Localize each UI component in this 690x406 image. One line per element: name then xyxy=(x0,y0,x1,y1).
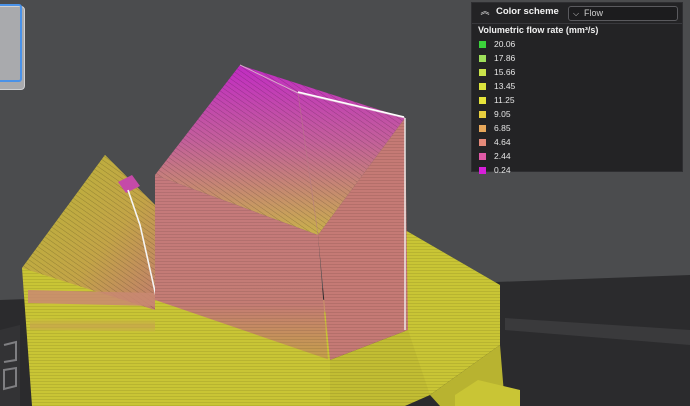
legend-swatch xyxy=(479,167,486,174)
legend-swatch xyxy=(479,41,486,48)
legend-divider xyxy=(472,23,682,24)
legend-panel: ︽ Color scheme ⌵ Flow Volumetric flow ra… xyxy=(471,2,683,175)
legend-swatch xyxy=(479,153,486,160)
legend-subtitle: Volumetric flow rate (mm³/s) xyxy=(478,25,599,35)
legend-value: 9.05 xyxy=(494,109,511,119)
legend-swatch xyxy=(479,125,486,132)
legend-title: Color scheme xyxy=(496,6,559,17)
color-scheme-select[interactable]: ⌵ Flow xyxy=(568,6,678,21)
selection-outline xyxy=(0,4,22,82)
legend-swatch xyxy=(479,83,486,90)
legend-value: 0.24 xyxy=(494,165,511,175)
legend-swatch xyxy=(479,111,486,118)
legend-swatch xyxy=(479,55,486,62)
legend-value: 4.64 xyxy=(494,137,511,147)
legend-header: ︽ Color scheme ⌵ Flow xyxy=(472,3,682,23)
chevron-down-icon: ⌵ xyxy=(573,9,580,18)
legend-value: 13.45 xyxy=(494,81,516,91)
legend-swatch xyxy=(479,139,486,146)
color-scheme-value: Flow xyxy=(584,8,604,18)
legend-value: 15.66 xyxy=(494,67,516,77)
legend-value: 2.44 xyxy=(494,151,511,161)
collapse-icon[interactable]: ︽ xyxy=(479,6,491,18)
legend-value: 17.86 xyxy=(494,53,516,63)
legend-value: 11.25 xyxy=(494,95,515,105)
legend-value: 6.85 xyxy=(494,123,511,133)
legend-swatch xyxy=(479,97,486,104)
legend-swatch xyxy=(479,69,486,76)
legend-value: 20.06 xyxy=(494,39,516,49)
